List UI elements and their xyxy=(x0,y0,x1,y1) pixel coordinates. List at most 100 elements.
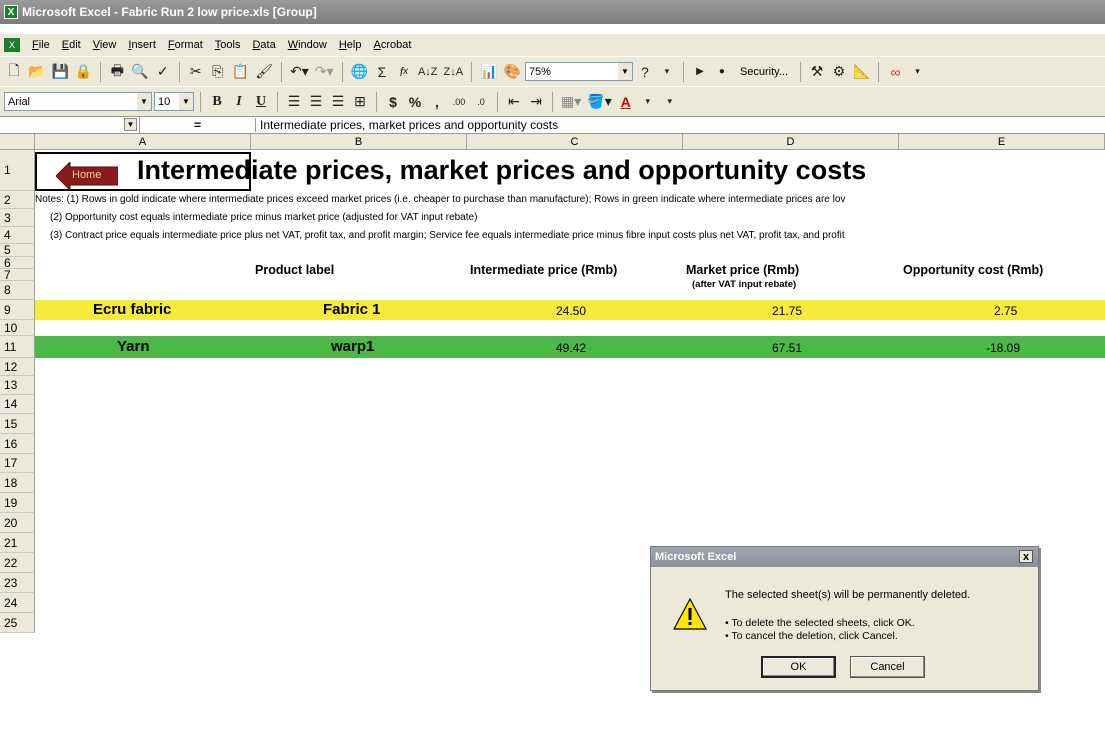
run-macro-icon[interactable]: ▶ xyxy=(690,61,710,83)
font-name-select[interactable]: Arial ▼ xyxy=(4,92,152,111)
dialog-titlebar[interactable]: Microsoft Excel x xyxy=(651,547,1038,567)
record-macro-icon[interactable]: ● xyxy=(712,61,732,83)
column-header-d[interactable]: D xyxy=(683,134,899,150)
font-color-icon[interactable]: A xyxy=(616,91,636,113)
row-header[interactable]: 23 xyxy=(0,573,35,593)
row-header[interactable]: 9 xyxy=(0,300,35,320)
menu-help[interactable]: Help xyxy=(333,39,368,51)
chart-wizard-icon[interactable]: 📊 xyxy=(478,61,499,83)
increase-indent-icon[interactable]: ⇥ xyxy=(526,91,546,113)
row-header[interactable]: 16 xyxy=(0,434,35,454)
row-header[interactable]: 3 xyxy=(0,209,35,227)
italic-icon[interactable]: I xyxy=(229,91,249,113)
fill-color-icon[interactable]: 🪣▾ xyxy=(585,91,613,113)
copy-icon[interactable]: ⎘ xyxy=(208,61,228,83)
control-toolbox-icon[interactable]: ⚒ xyxy=(807,61,827,83)
menu-format[interactable]: Format xyxy=(162,39,209,51)
currency-icon[interactable]: $ xyxy=(383,91,403,113)
row-header[interactable]: 1 xyxy=(0,150,35,191)
column-header-a[interactable]: A xyxy=(35,134,251,150)
link-icon[interactable]: ∞ xyxy=(885,61,905,83)
decrease-indent-icon[interactable]: ⇤ xyxy=(504,91,524,113)
name-box[interactable]: ▼ xyxy=(0,117,140,133)
redo-icon[interactable]: ↷▾ xyxy=(313,61,336,83)
print-icon[interactable]: 🖶 xyxy=(107,61,127,83)
delete-sheet-dialog[interactable]: Microsoft Excel x The selected sheet(s) … xyxy=(650,546,1039,691)
close-icon[interactable]: x xyxy=(1019,550,1033,563)
chevron-down-icon[interactable]: ▼ xyxy=(124,118,137,131)
row-header[interactable]: 19 xyxy=(0,493,35,513)
menu-window[interactable]: Window xyxy=(282,39,333,51)
sort-ascending-icon[interactable]: A↓Z xyxy=(416,61,440,83)
chevron-down-icon[interactable]: ▾ xyxy=(638,91,658,113)
ok-button[interactable]: OK xyxy=(761,656,836,678)
menu-insert[interactable]: Insert xyxy=(122,39,162,51)
row-header[interactable]: 24 xyxy=(0,593,35,613)
chevron-down-icon[interactable]: ▼ xyxy=(617,63,632,80)
row-header[interactable]: 17 xyxy=(0,454,35,473)
decrease-decimal-icon[interactable]: .0 xyxy=(471,91,491,113)
menu-view[interactable]: View xyxy=(87,39,123,51)
menu-tools[interactable]: Tools xyxy=(209,39,247,51)
security-button[interactable]: Security... xyxy=(734,66,794,78)
row-header[interactable]: 11 xyxy=(0,336,35,358)
excel-app-icon[interactable]: X xyxy=(4,5,18,19)
row-header[interactable]: 2 xyxy=(0,191,35,209)
function-icon[interactable]: fx xyxy=(394,61,414,83)
formula-input[interactable]: Intermediate prices, market prices and o… xyxy=(256,118,558,132)
row-header[interactable]: 20 xyxy=(0,513,35,533)
row-header[interactable]: 18 xyxy=(0,473,35,493)
align-center-icon[interactable]: ☰ xyxy=(306,91,326,113)
row-header[interactable]: 15 xyxy=(0,414,35,434)
help-icon[interactable]: ? xyxy=(635,61,655,83)
menu-edit[interactable]: Edit xyxy=(56,39,87,51)
increase-decimal-icon[interactable]: .00 xyxy=(449,91,469,113)
merge-center-icon[interactable]: ⊞ xyxy=(350,91,370,113)
hyperlink-icon[interactable]: 🌐 xyxy=(349,61,370,83)
row-header[interactable]: 25 xyxy=(0,613,35,633)
row-header[interactable]: 4 xyxy=(0,227,35,244)
row-header[interactable]: 10 xyxy=(0,320,35,336)
column-header-e[interactable]: E xyxy=(899,134,1105,150)
home-label[interactable]: Home xyxy=(72,169,101,181)
toolbar-options-icon[interactable]: ▾ xyxy=(907,61,927,83)
percent-icon[interactable]: % xyxy=(405,91,425,113)
row-header[interactable]: 13 xyxy=(0,376,35,395)
format-painter-icon[interactable]: 🖌 xyxy=(253,61,275,83)
open-icon[interactable]: 📂 xyxy=(26,61,47,83)
align-right-icon[interactable]: ☰ xyxy=(328,91,348,113)
autosum-icon[interactable]: Σ xyxy=(372,61,392,83)
row-header[interactable]: 8 xyxy=(0,281,35,300)
align-left-icon[interactable]: ☰ xyxy=(284,91,304,113)
print-preview-icon[interactable]: 🔍 xyxy=(129,61,150,83)
menu-data[interactable]: Data xyxy=(246,39,281,51)
borders-icon[interactable]: ▦▾ xyxy=(559,91,583,113)
chevron-down-icon[interactable]: ▼ xyxy=(137,93,151,110)
sort-descending-icon[interactable]: Z↓A xyxy=(442,61,466,83)
new-icon[interactable]: 🗋 xyxy=(4,61,24,83)
toolbar-options-icon[interactable]: ▾ xyxy=(660,91,680,113)
bold-icon[interactable]: B xyxy=(207,91,227,113)
row-header[interactable]: 22 xyxy=(0,553,35,573)
design-mode-icon[interactable]: 📐 xyxy=(851,61,872,83)
cancel-button[interactable]: Cancel xyxy=(850,656,925,678)
window-titlebar[interactable]: X Microsoft Excel - Fabric Run 2 low pri… xyxy=(0,0,1105,24)
menu-file[interactable]: File xyxy=(26,39,56,51)
font-size-select[interactable]: 10 ▼ xyxy=(154,92,194,111)
column-header-b[interactable]: B xyxy=(251,134,467,150)
row-header[interactable]: 12 xyxy=(0,358,35,376)
comma-icon[interactable]: , xyxy=(427,91,447,113)
row-header[interactable]: 14 xyxy=(0,395,35,414)
formula-equals[interactable]: = xyxy=(140,118,256,132)
chevron-down-icon[interactable]: ▼ xyxy=(179,93,193,110)
menu-acrobat[interactable]: Acrobat xyxy=(367,39,417,51)
paste-icon[interactable]: 📋 xyxy=(230,61,251,83)
row-header[interactable]: 21 xyxy=(0,533,35,553)
tools-icon[interactable]: ⚙ xyxy=(829,61,849,83)
toolbar-options-icon[interactable]: ▾ xyxy=(657,61,677,83)
permission-icon[interactable]: 🔒 xyxy=(73,61,94,83)
save-icon[interactable]: 💾 xyxy=(49,61,70,83)
zoom-select[interactable]: 75% ▼ xyxy=(524,62,633,81)
column-header-c[interactable]: C xyxy=(467,134,683,150)
workbook-icon[interactable]: X xyxy=(4,38,20,52)
